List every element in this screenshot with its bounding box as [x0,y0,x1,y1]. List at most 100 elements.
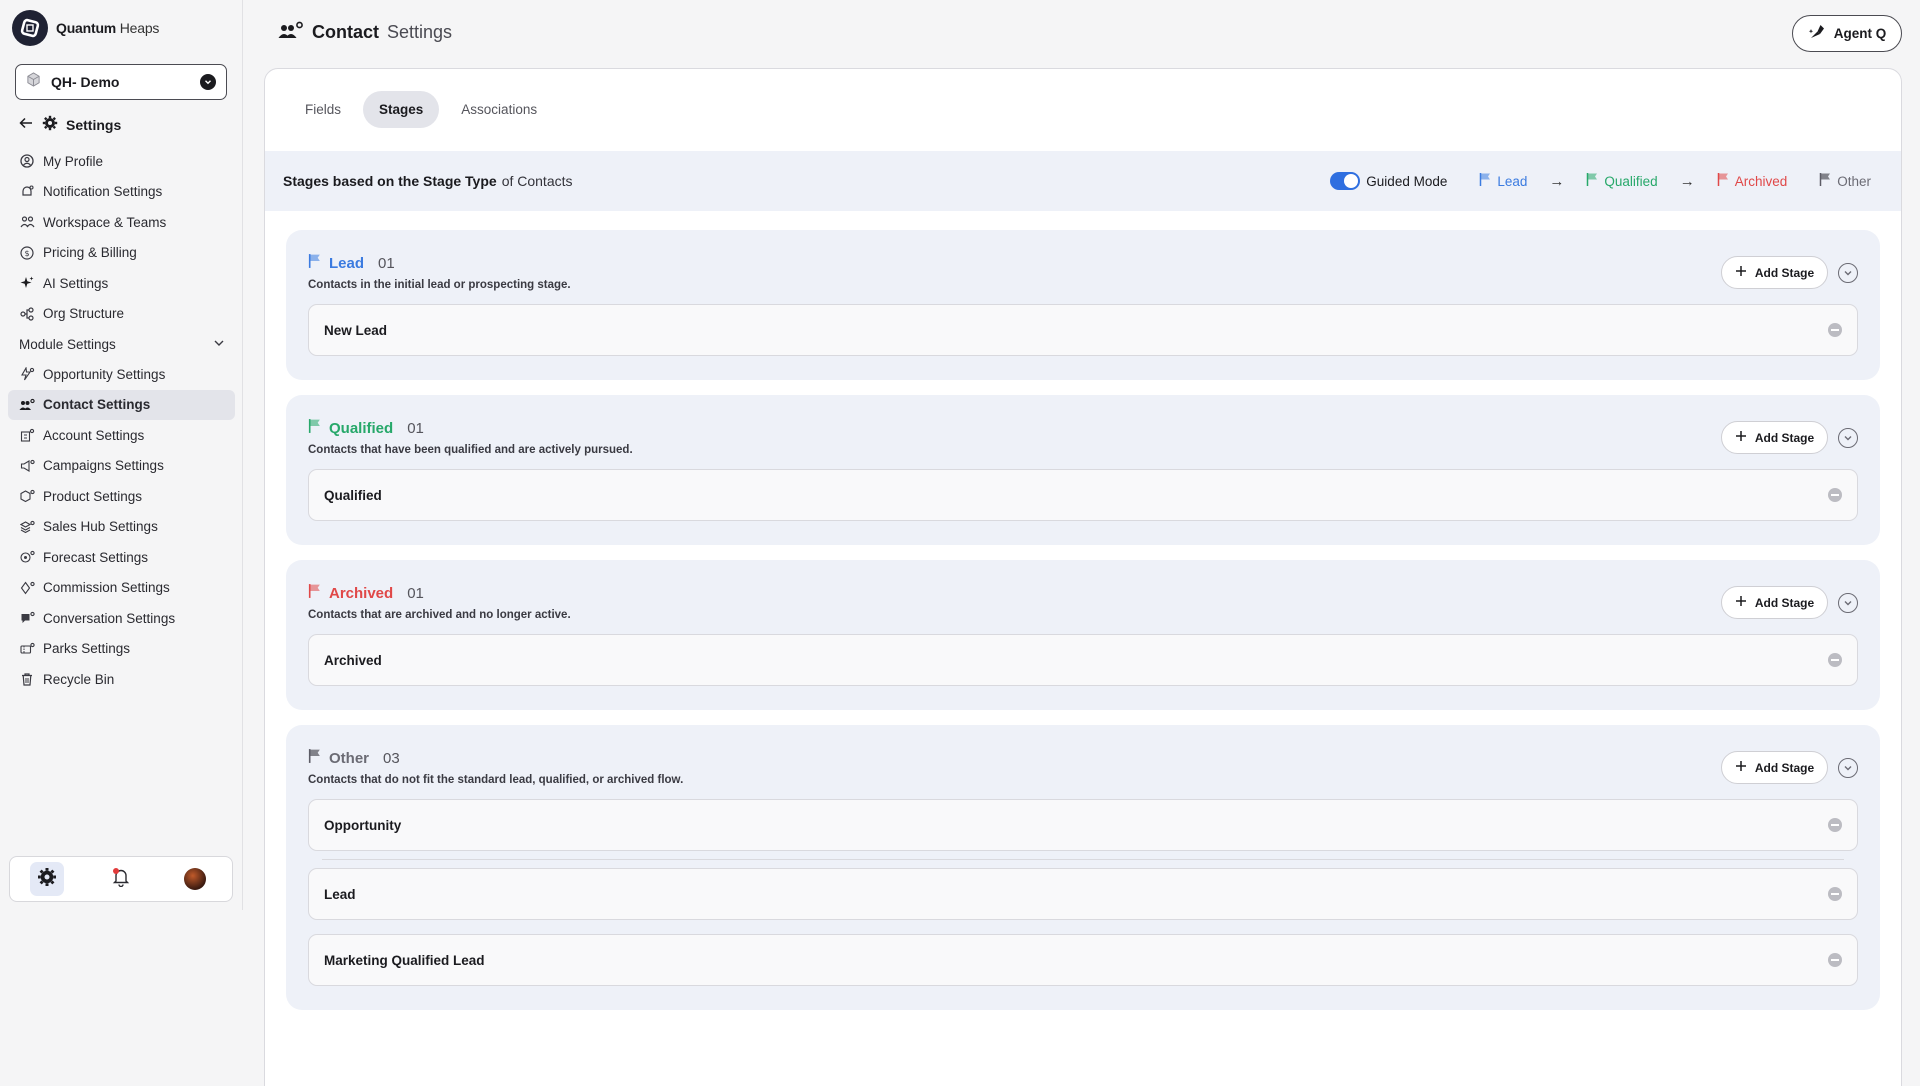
nav-item-ai-settings[interactable]: AI Settings [8,268,235,298]
nav-item-product-settings[interactable]: Product Settings [8,481,235,511]
stage-group-header: Qualified 01 [308,417,1858,439]
page-title-main: Contact [312,22,379,42]
nav-item-parks-settings[interactable]: Parks Settings [8,634,235,664]
nav-item-workspace-teams[interactable]: Workspace & Teams [8,207,235,237]
nav-item-sales-hub-settings[interactable]: Sales Hub Settings [8,512,235,542]
remove-stage-icon[interactable] [1828,953,1842,967]
stage-group-count: 01 [407,584,424,602]
stage-row[interactable]: Archived [308,634,1858,686]
nav-item-opportunity-settings[interactable]: Opportunity Settings [8,359,235,389]
stage-group-description: Contacts that have been qualified and ar… [308,444,633,456]
building-icon [19,427,35,443]
workspace-label: QH- Demo [51,74,120,90]
quantum-heaps-logo-icon [12,10,48,46]
stage-name: Marketing Qualified Lead [324,952,485,968]
product-box-icon [19,488,35,504]
nav-item-pricing-billing[interactable]: $ Pricing & Billing [8,238,235,268]
add-stage-button[interactable]: Add Stage [1721,421,1828,454]
notifications-dock-button[interactable] [104,862,138,896]
user-circle-icon [19,153,35,169]
remove-stage-icon[interactable] [1828,323,1842,337]
remove-stage-icon[interactable] [1828,653,1842,667]
add-stage-label: Add Stage [1754,265,1815,280]
add-stage-label: Add Stage [1754,595,1815,610]
guided-mode-toggle[interactable] [1330,172,1361,190]
page-title: Contact Settings [278,20,452,45]
legend-archived: Archived [1717,172,1788,190]
flag-icon [1586,172,1598,190]
legend-lead: Lead [1479,172,1527,190]
add-stage-label: Add Stage [1754,760,1815,775]
add-stage-button[interactable]: Add Stage [1721,256,1828,289]
flag-icon [308,418,321,438]
collapse-toggle-icon[interactable] [1838,592,1858,613]
stage-group-actions: Add Stage [1721,421,1858,454]
stage-groups: Lead 01 Contacts in the initial lead or … [286,230,1880,1025]
remove-stage-icon[interactable] [1828,488,1842,502]
bottom-dock [9,856,233,902]
nav-item-campaigns-settings[interactable]: Campaigns Settings [8,451,235,481]
nav-item-forecast-settings[interactable]: Forecast Settings [8,542,235,572]
sparkle-icon [19,275,35,291]
nav-item-commission-settings[interactable]: Commission Settings [8,573,235,603]
collapse-toggle-icon[interactable] [1838,427,1858,448]
opportunity-icon [19,366,35,382]
nav-label: Forecast Settings [43,549,149,565]
stage-group-qualified: Qualified 01 Contacts that have been qua… [286,395,1880,545]
remove-stage-icon[interactable] [1828,887,1842,901]
legend-qualified-label: Qualified [1604,173,1658,189]
nav-item-conversation-settings[interactable]: Conversation Settings [8,603,235,633]
guided-mode-label: Guided Mode [1366,173,1448,189]
back-arrow-icon[interactable] [18,115,34,134]
tab-stages[interactable]: Stages [363,91,440,128]
nav-label: Pricing & Billing [43,245,137,260]
nav-group-module-settings[interactable]: Module Settings [8,329,235,359]
stage-name: New Lead [324,322,388,338]
brand[interactable]: Quantum Heaps [12,10,159,46]
user-avatar-button[interactable] [178,862,212,896]
chat-icon [19,610,35,626]
workspace-selector[interactable]: QH- Demo [15,64,227,100]
tab-fields[interactable]: Fields [289,91,357,128]
stage-group-count: 01 [378,254,395,272]
flag-icon [1717,172,1729,190]
nav-item-notification-settings[interactable]: Notification Settings [8,177,235,207]
stage-group-count: 03 [383,749,400,767]
stage-row[interactable]: New Lead [308,304,1858,356]
ticket-icon [19,641,35,657]
nav-label: Notification Settings [43,184,163,199]
plus-icon [1735,430,1747,445]
stage-group-description: Contacts in the initial lead or prospect… [308,279,571,291]
stage-row[interactable]: Lead [308,868,1858,920]
contacts-icon [19,397,35,413]
remove-stage-icon[interactable] [1828,818,1842,832]
settings-header[interactable]: Settings [18,115,121,134]
svg-text:$: $ [24,249,29,258]
settings-dock-button[interactable] [30,862,64,896]
stage-row[interactable]: Opportunity [308,799,1858,851]
nav-item-contact-settings[interactable]: Contact Settings [8,389,235,420]
agent-q-button[interactable]: Agent Q [1792,15,1902,52]
tab-associations[interactable]: Associations [445,91,553,128]
stage-group-archived: Archived 01 Contacts that are archived a… [286,560,1880,710]
stage-bar-title-bold: Stages based on the Stage Type [283,173,497,189]
agent-q-label: Agent Q [1833,26,1887,41]
stage-bar-title: Stages based on the Stage Type of Contact… [283,173,573,189]
legend-archived-label: Archived [1734,173,1788,189]
nav-item-account-settings[interactable]: Account Settings [8,420,235,450]
stage-group-name: Other [329,749,370,767]
flag-icon [308,748,321,768]
collapse-toggle-icon[interactable] [1838,262,1858,283]
sidebar: Quantum Heaps QH- Demo Settings My Profi… [0,0,243,910]
nav-item-org-structure[interactable]: Org Structure [8,299,235,329]
collapse-toggle-icon[interactable] [1838,757,1858,778]
nav-item-my-profile[interactable]: My Profile [8,146,235,176]
nav-label: Sales Hub Settings [43,519,158,534]
add-stage-button[interactable]: Add Stage [1721,751,1828,784]
plus-icon [1735,760,1747,775]
stage-type-legend: Guided Mode Lead → Qualified → Archived … [1330,172,1883,190]
stage-row[interactable]: Qualified [308,469,1858,521]
nav-item-recycle-bin[interactable]: Recycle Bin [8,664,235,694]
add-stage-button[interactable]: Add Stage [1721,586,1828,619]
stage-row[interactable]: Marketing Qualified Lead [308,934,1858,986]
